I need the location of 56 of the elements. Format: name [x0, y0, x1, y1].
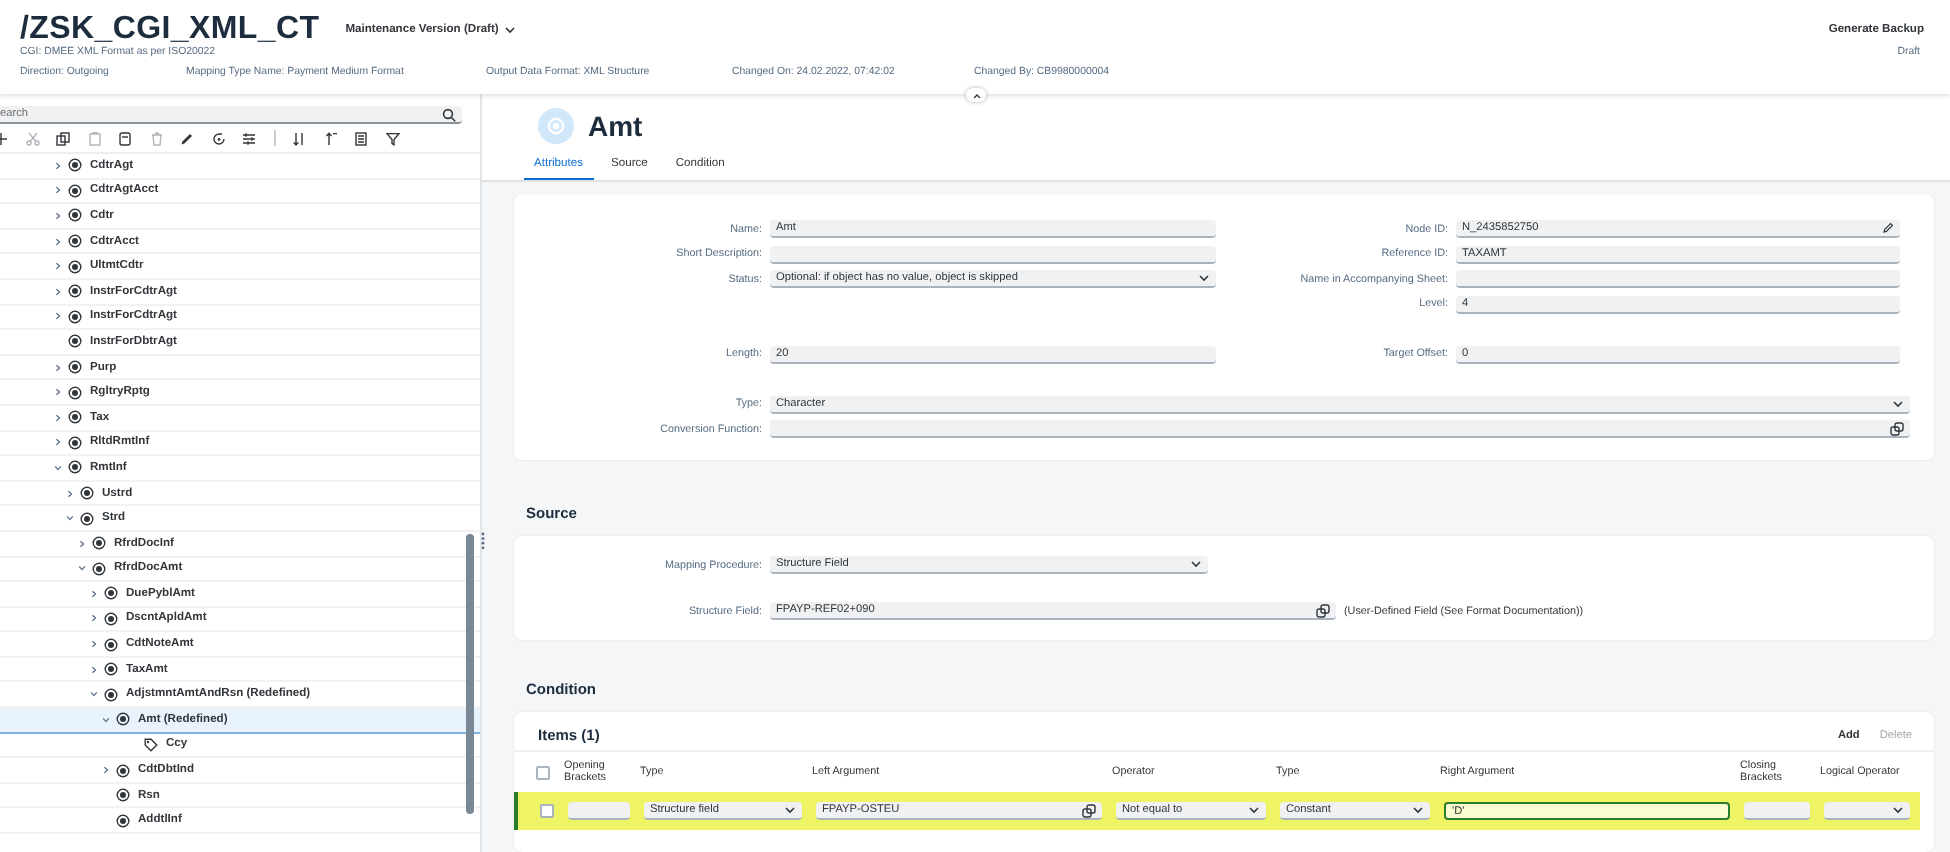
input-field[interactable] [1456, 270, 1900, 288]
input-field[interactable] [568, 802, 630, 820]
chevron-down-icon[interactable] [1412, 804, 1424, 816]
chevron-right-icon[interactable] [54, 211, 62, 220]
chevron-down-icon[interactable] [1892, 804, 1904, 816]
refresh-icon[interactable] [211, 131, 225, 145]
select-all-checkbox[interactable] [536, 765, 550, 779]
chevron-right-icon[interactable] [54, 287, 62, 296]
input-field[interactable] [1744, 802, 1810, 820]
chevron-right-icon[interactable] [54, 237, 62, 246]
chevron-right-icon[interactable] [90, 640, 98, 649]
sort-up-icon[interactable] [323, 131, 337, 145]
chevron-right-icon[interactable] [54, 388, 62, 397]
filter-icon[interactable] [385, 131, 399, 145]
chevron-right-icon[interactable] [54, 262, 62, 271]
page-title: /ZSK_CGI_XML_CT [20, 11, 320, 46]
chevron-right-icon[interactable] [54, 363, 62, 372]
search-icon[interactable] [442, 108, 456, 122]
chevron-down-icon[interactable] [1198, 272, 1210, 284]
chevron-up-icon [971, 91, 981, 99]
chevron-down-icon[interactable] [784, 804, 796, 816]
value-help-field[interactable] [770, 420, 1910, 438]
value-help-icon[interactable] [1082, 803, 1096, 817]
chevron-right-icon[interactable] [54, 186, 62, 195]
chevron-right-icon[interactable] [54, 161, 62, 170]
chevron-right-icon[interactable] [78, 539, 86, 548]
tag-icon [144, 737, 158, 752]
node-title: Amt [588, 110, 643, 142]
chevron-down-icon[interactable] [504, 23, 517, 35]
node-icon [538, 108, 574, 144]
copy-icon[interactable] [118, 131, 132, 145]
chevron-right-icon[interactable] [66, 489, 74, 498]
copy-icon[interactable] [56, 131, 70, 145]
scrollbar[interactable] [466, 534, 474, 814]
collapse-header-button[interactable] [966, 88, 986, 102]
splitter-handle-icon[interactable] [480, 532, 486, 550]
chevron-right-icon[interactable] [102, 766, 110, 775]
chevron-down-icon[interactable] [1892, 397, 1904, 409]
chevron-right-icon[interactable] [54, 438, 62, 447]
chevron-right-icon[interactable] [54, 312, 62, 321]
value-help-icon[interactable] [1316, 603, 1330, 617]
row-checkbox[interactable] [540, 804, 554, 818]
chevron-down-icon[interactable] [1248, 804, 1260, 816]
chevron-right-icon[interactable] [90, 614, 98, 623]
input-field[interactable] [770, 245, 1216, 263]
document-icon[interactable] [354, 131, 368, 145]
sort-icon[interactable] [292, 131, 306, 145]
chevron-right-icon[interactable] [54, 413, 62, 422]
pencil-icon[interactable] [180, 131, 194, 145]
clipboard-icon[interactable] [87, 131, 101, 145]
chevron-right-icon[interactable] [90, 589, 98, 598]
pencil-icon[interactable] [1882, 222, 1894, 234]
chevron-down-icon[interactable] [1190, 558, 1202, 570]
chevron-right-icon[interactable] [90, 665, 98, 674]
value-help-icon[interactable] [1890, 421, 1904, 435]
sliders-icon[interactable] [242, 131, 256, 145]
